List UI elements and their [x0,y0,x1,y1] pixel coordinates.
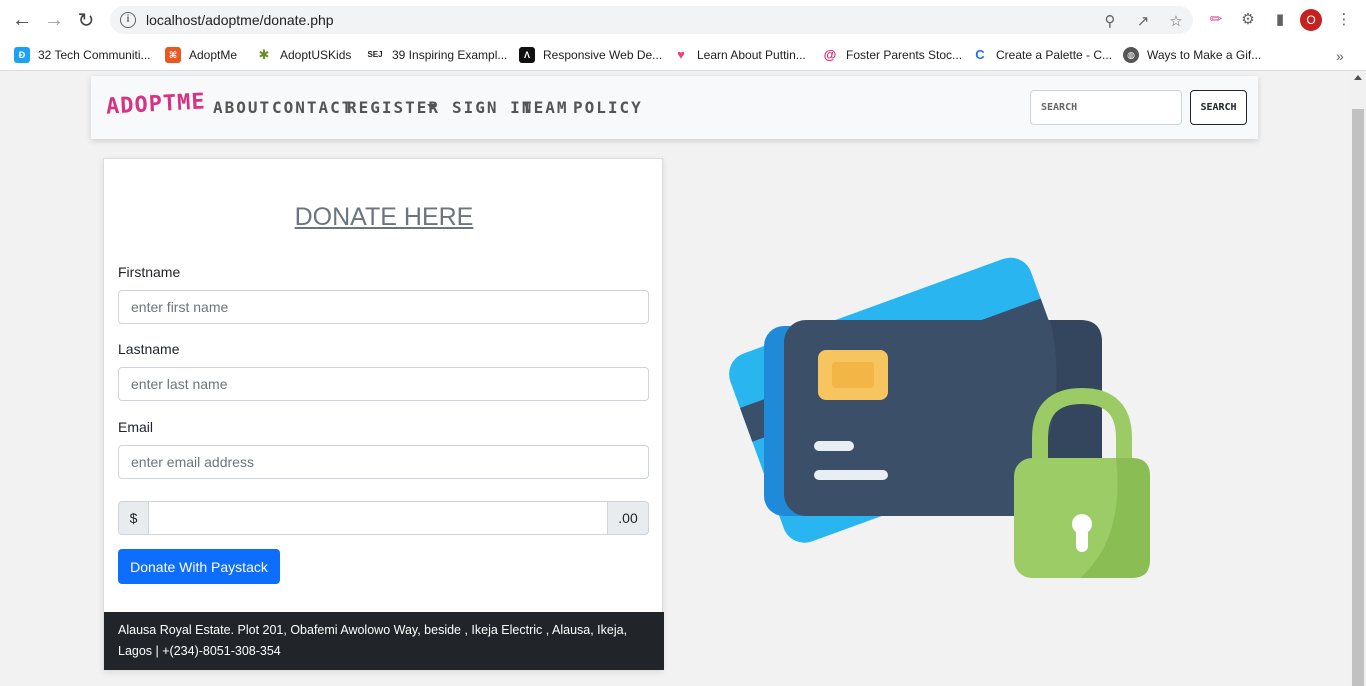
currency-suffix: .00 [607,501,649,535]
bookmark-favicon-icon: Ð [14,47,30,63]
bookmark-item[interactable]: Ð 32 Tech Communiti... [14,44,151,66]
bookmark-label: 32 Tech Communiti... [38,48,151,62]
bookmark-favicon-icon: ✱ [256,47,272,63]
amount-input-group: $ .00 [118,501,649,535]
share-icon[interactable]: ↗ [1133,12,1153,32]
scroll-thumb[interactable] [1352,109,1364,686]
amount-input[interactable] [149,501,607,535]
bookmark-favicon-icon: SEJ [366,47,384,63]
bookmark-label: 39 Inspiring Exampl... [392,48,508,62]
donation-form-card: DONATE HERE Firstname Lastname Email $ .… [103,158,664,670]
address-url[interactable]: localhost/adoptme/donate.php [146,12,334,28]
nav-policy[interactable]: POLICY [573,98,643,117]
card-footer-address: Alausa Royal Estate. Plot 201, Obafemi A… [104,612,664,670]
bookmark-label: Responsive Web De... [543,48,663,62]
email-label: Email [118,419,154,435]
site-navbar: ADOPTME ABOUT CONTACT REGISTER SIGN IN T… [91,76,1258,139]
zoom-icon[interactable]: ⚲ [1100,12,1120,32]
bookmarks-overflow-icon[interactable]: » [1336,48,1344,64]
bookmark-item[interactable]: Λ Responsive Web De... [519,44,662,66]
bookmark-label: AdoptUSKids [280,48,352,62]
bookmark-label: Ways to Make a Gif... [1147,48,1262,62]
browser-menu-icon[interactable]: ⋮ [1334,10,1354,30]
browser-toolbar: ← → ↻ i localhost/adoptme/donate.php ⚲ ↗… [0,0,1366,40]
donate-paystack-button[interactable]: Donate With Paystack [118,549,280,584]
navbar-search-input[interactable] [1030,90,1182,125]
secure-payment-illustration [729,257,1150,578]
bookmarks-bar: Ð 32 Tech Communiti... ⌘ AdoptMe ✱ AdoptUSK… [0,40,1366,71]
bookmark-label: AdoptMe [189,48,238,62]
bookmark-favicon-icon: C [972,47,988,63]
bookmark-item[interactable]: C Create a Palette - C... [972,44,1112,66]
bookmark-star-icon[interactable]: ☆ [1166,12,1186,32]
profile-avatar[interactable]: O [1300,9,1322,31]
firstname-input[interactable] [118,290,649,324]
bookmark-favicon-icon: ◍ [1123,47,1139,63]
email-input[interactable] [118,445,649,479]
nav-about[interactable]: ABOUT [213,98,271,117]
bookmark-favicon-icon: Λ [519,47,535,63]
reload-icon[interactable]: ↻ [70,4,102,36]
bookmark-label: Foster Parents Stoc... [846,48,963,62]
address-bar[interactable]: i localhost/adoptme/donate.php ⚲ ↗ ☆ [110,6,1193,34]
nav-team[interactable]: TEAM [522,98,569,117]
page-scrollbar[interactable] [1350,71,1366,686]
site-info-icon[interactable]: i [120,12,136,28]
currency-prefix: $ [118,501,149,535]
bookmark-favicon-icon: ⌘ [165,47,181,63]
bookmark-label: Learn About Puttin... [697,48,806,62]
site-logo[interactable]: ADOPTME [105,89,206,119]
back-icon[interactable]: ← [6,4,38,36]
color-picker-extension-icon[interactable]: ✏ [1206,10,1226,30]
navbar-search-button[interactable]: SEARCH [1190,90,1247,125]
address-line-2: Lagos | +(234)-8051-308-354 [118,644,281,658]
bookmark-item[interactable]: ⌘ AdoptMe [165,44,237,66]
donate-heading: DONATE HERE [294,203,474,231]
scroll-up-icon[interactable] [1354,75,1362,80]
forward-icon[interactable]: → [38,4,70,36]
bookmark-label: Create a Palette - C... [996,48,1113,62]
extensions-puzzle-icon[interactable]: ⚙ [1238,10,1258,30]
bookmark-item[interactable]: SEJ 39 Inspiring Exampl... [366,44,507,66]
lastname-label: Lastname [118,341,180,357]
nav-contact[interactable]: CONTACT [272,98,353,117]
bookmark-favicon-icon: ♥ [673,47,689,63]
firstname-label: Firstname [118,264,181,280]
address-line-1: Alausa Royal Estate. Plot 201, Obafemi A… [118,623,628,637]
bookmark-item[interactable]: ✱ AdoptUSKids [256,44,351,66]
register-dropdown-icon[interactable] [427,104,437,110]
side-panel-icon[interactable]: ▮ [1270,10,1290,30]
lastname-input[interactable] [118,367,649,401]
bookmark-item[interactable]: ◍ Ways to Make a Gif... [1123,44,1261,66]
bookmark-favicon-icon: @ [822,47,838,63]
bookmark-item[interactable]: ♥ Learn About Puttin... [673,44,806,66]
bookmark-item[interactable]: @ Foster Parents Stoc... [822,44,962,66]
